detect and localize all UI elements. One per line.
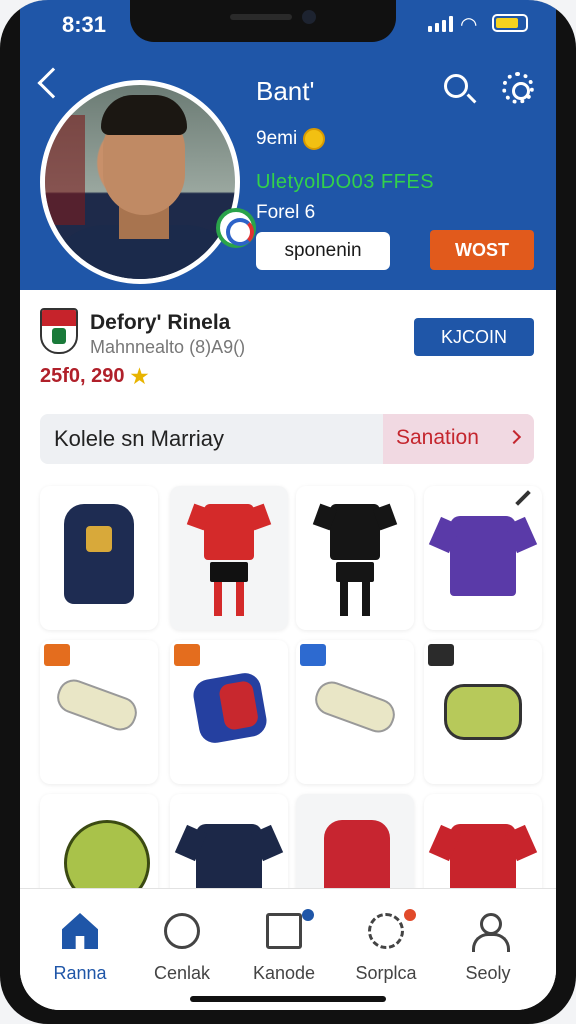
shin-pad-icon [190, 670, 270, 746]
back-icon[interactable] [37, 67, 69, 99]
product-card[interactable] [296, 640, 414, 784]
chat-icon [164, 913, 200, 949]
nav-item-document[interactable]: Kanode [234, 889, 334, 1010]
club-name: Defory' Rinela [90, 311, 231, 334]
host-button[interactable]: WOST [430, 230, 534, 270]
red-kit-icon [204, 504, 254, 560]
backpack-icon [64, 504, 134, 604]
settings-icon[interactable] [502, 72, 534, 104]
bottle-icon [444, 684, 522, 740]
club-subtitle: Mahnnealto (8)A9() [90, 337, 246, 357]
bottom-nav: Ranna Cenlak Kanode Sorplca Seoly [20, 888, 556, 1010]
product-card[interactable] [424, 640, 542, 784]
wifi-icon: ◠ [460, 14, 478, 36]
coin-button[interactable]: KJCOIN [414, 318, 534, 356]
clock: 8:31 [62, 12, 107, 37]
user-icon [470, 913, 510, 952]
sponsor-button[interactable]: sponenin [256, 232, 390, 270]
star-icon: ★ [130, 366, 149, 388]
signal-icon [428, 16, 453, 32]
home-indicator[interactable] [190, 996, 386, 1002]
category-tag-icon [428, 644, 454, 666]
notification-dot [404, 909, 416, 921]
exchange-icon [368, 913, 404, 949]
verified-badge-icon [216, 208, 256, 248]
search-icon[interactable] [444, 74, 468, 98]
purple-jersey-icon [450, 516, 516, 596]
phone-frame: Bant' 9emi UletyolDO03 FFES Forel 6 spon… [0, 0, 576, 1024]
home-icon [62, 913, 98, 949]
nav-label: Seoly [465, 963, 511, 983]
notification-dot [302, 909, 314, 921]
product-card[interactable] [296, 486, 414, 630]
nav-label: Cenlak [153, 963, 211, 983]
nav-item-chat[interactable]: Cenlak [132, 889, 232, 1010]
profile-name: 9emi [256, 128, 326, 150]
product-card[interactable] [170, 640, 288, 784]
product-card[interactable] [170, 486, 288, 630]
nav-item-profile[interactable]: Seoly [438, 889, 538, 1010]
page-title: Bant' [256, 76, 315, 106]
filter-bar: Kolele sn Marriay Sanation [40, 414, 534, 464]
status-bar: 8:31 ◠ [20, 0, 556, 50]
profile-name-text: 9emi [256, 128, 298, 149]
product-card[interactable] [40, 486, 158, 630]
avatar[interactable] [40, 80, 240, 284]
nav-label: Ranna [53, 963, 107, 983]
category-tag-icon [174, 644, 200, 666]
nav-label: Kanode [252, 963, 316, 983]
document-icon [266, 913, 302, 949]
coin-icon [303, 128, 326, 150]
club-crest-icon [40, 308, 78, 354]
category-tag-icon [300, 644, 326, 666]
category-tag-icon [44, 644, 70, 666]
black-kit-icon [330, 504, 380, 560]
edit-icon[interactable] [515, 490, 531, 506]
profile-status: UletyolDO03 FFES [256, 171, 435, 193]
filter-label[interactable]: Kolele sn Marriay [54, 426, 224, 452]
filter-tab[interactable]: Sanation [383, 414, 534, 464]
filter-tab-label: Sanation [396, 426, 479, 449]
profile-meta: Forel 6 [256, 202, 316, 223]
club-balance-value: 25f0, 290 [40, 365, 125, 387]
product-card[interactable] [40, 640, 158, 784]
app-screen: Bant' 9emi UletyolDO03 FFES Forel 6 spon… [20, 0, 556, 1010]
yoga-mat-icon [52, 675, 142, 735]
nav-item-exchange[interactable]: Sorplca [336, 889, 436, 1010]
battery-icon [492, 14, 528, 32]
chevron-right-icon [506, 429, 522, 445]
roll-icon [310, 677, 400, 737]
club-balance: 25f0, 290 ★ [40, 364, 148, 389]
nav-label: Sorplca [355, 963, 417, 983]
nav-item-home[interactable]: Ranna [30, 889, 130, 1010]
product-card[interactable] [424, 486, 542, 630]
